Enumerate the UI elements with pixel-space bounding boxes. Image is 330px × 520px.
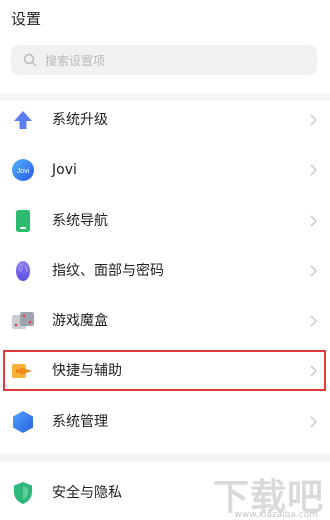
search-bar[interactable]: 搜索设置项 bbox=[11, 45, 317, 75]
settings-item-label: 系统升级 bbox=[52, 112, 108, 128]
settings-item-jovi[interactable]: Jovi Jovi bbox=[0, 145, 330, 195]
shield-icon bbox=[10, 480, 36, 506]
chevron-right-icon bbox=[310, 265, 317, 277]
settings-item-game-box[interactable]: 游戏魔盒 bbox=[0, 296, 330, 346]
settings-item-label: 安全与隐私 bbox=[52, 485, 122, 501]
settings-item-label: 游戏魔盒 bbox=[52, 313, 108, 329]
chevron-right-icon bbox=[310, 315, 317, 327]
chevron-right-icon bbox=[310, 416, 317, 428]
section-divider bbox=[0, 454, 330, 462]
highlight-box bbox=[3, 350, 326, 391]
settings-item-system-navigation[interactable]: 系统导航 bbox=[0, 196, 330, 246]
search-placeholder: 搜索设置项 bbox=[45, 53, 106, 68]
settings-item-system-update[interactable]: 系统升级 bbox=[0, 95, 330, 145]
settings-item-fingerprint-face-password[interactable]: 指纹、面部与密码 bbox=[0, 246, 330, 296]
chevron-right-icon bbox=[310, 114, 317, 126]
chevron-right-icon bbox=[310, 215, 317, 227]
settings-item-label: 系统管理 bbox=[52, 414, 108, 430]
arrow-up-icon bbox=[10, 107, 36, 133]
dice-icon bbox=[10, 308, 36, 334]
settings-item-system-management[interactable]: 系统管理 bbox=[0, 397, 330, 447]
search-icon bbox=[23, 53, 37, 67]
settings-item-label: 系统导航 bbox=[52, 213, 108, 229]
chevron-right-icon bbox=[310, 164, 317, 176]
watermark-url: www.xiazaiba.com bbox=[234, 510, 318, 520]
settings-item-label: 指纹、面部与密码 bbox=[52, 263, 164, 279]
page-title: 设置 bbox=[11, 10, 42, 28]
fingerprint-icon bbox=[10, 258, 36, 284]
jovi-icon: Jovi bbox=[10, 157, 36, 183]
svg-text:Jovi: Jovi bbox=[17, 168, 30, 175]
settings-item-label: Jovi bbox=[52, 162, 77, 178]
phone-icon bbox=[10, 208, 36, 234]
hexagon-icon bbox=[10, 409, 36, 435]
